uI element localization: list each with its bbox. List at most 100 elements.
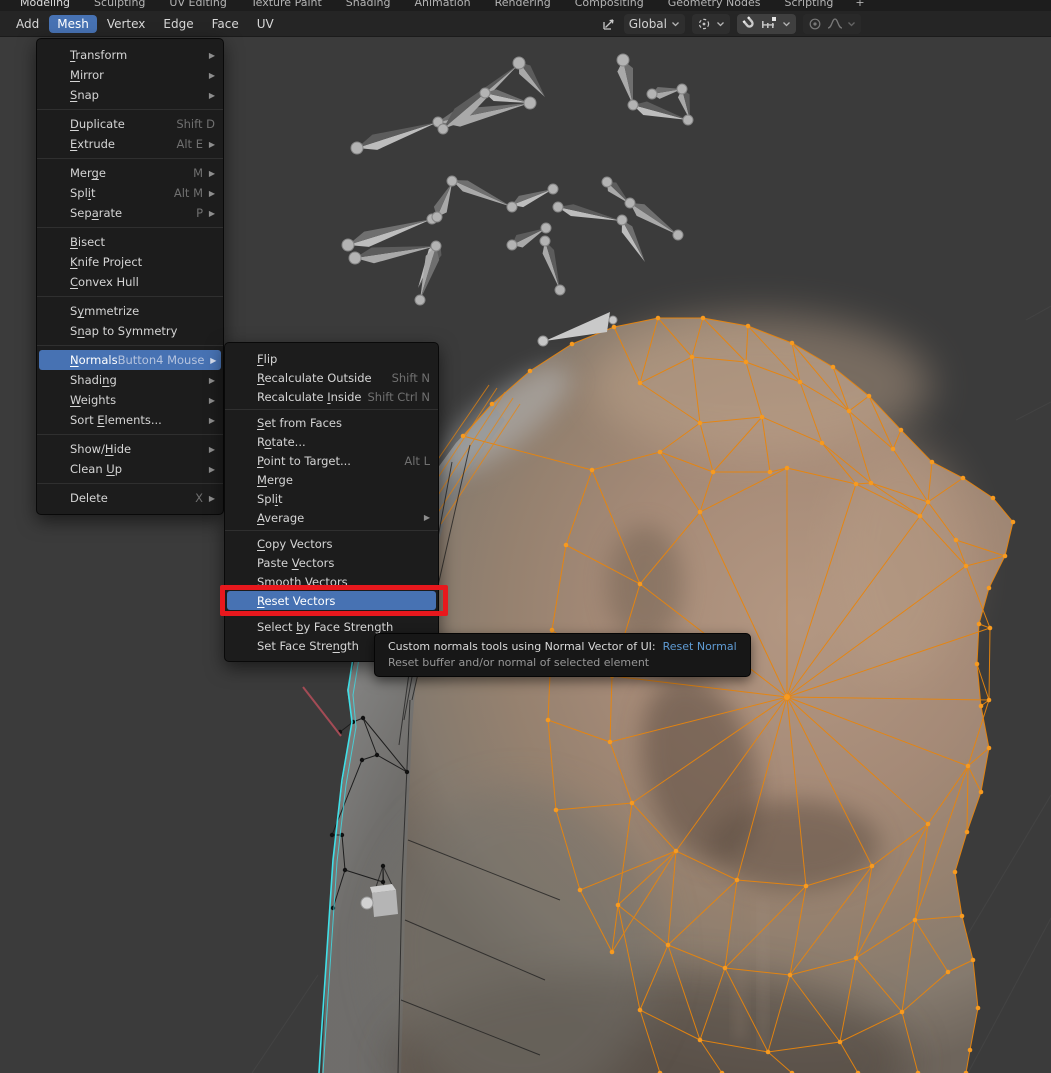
workspace-tab-texture-paint[interactable]: Texture Paint	[239, 0, 334, 10]
workspace-tab-compositing[interactable]: Compositing	[563, 0, 656, 10]
normals-submenu: FlipRecalculate OutsideShift NRecalculat…	[224, 342, 439, 662]
tooltip: Custom normals tools using Normal Vector…	[374, 633, 751, 677]
menu-bar: AddMeshVertexEdgeFaceUV Global	[0, 11, 1051, 37]
menu-item-flip[interactable]: Flip	[225, 349, 438, 368]
menu-item-delete[interactable]: DeleteX▶	[37, 488, 223, 508]
menubar-item-uv[interactable]: UV	[249, 15, 282, 33]
menu-item-bisect[interactable]: Bisect	[37, 232, 223, 252]
menu-item-extrude[interactable]: Extrude Alt E▶	[37, 134, 223, 154]
submenu-arrow-icon: ▶	[206, 416, 215, 425]
menu-item-shortcut: Button4 Mouse	[118, 353, 205, 367]
workspace-tab-animation[interactable]: Animation	[402, 0, 482, 10]
tooltip-title: Custom normals tools using Normal Vector…	[388, 640, 737, 653]
menubar-item-edge[interactable]: Edge	[155, 15, 201, 33]
menu-item-separate[interactable]: SeparateP▶	[37, 203, 223, 223]
submenu-arrow-icon: ▶	[206, 465, 215, 474]
workspace-tab-uv-editing[interactable]: UV Editing	[157, 0, 238, 10]
menu-item-clean-up[interactable]: Clean Up▶	[37, 459, 223, 479]
menu-item-convex-hull[interactable]: Convex Hull	[37, 272, 223, 292]
workspace-tab-rendering[interactable]: Rendering	[483, 0, 563, 10]
menu-item-point-to-target[interactable]: Point to Target... Alt L	[225, 451, 438, 470]
menubar-item-vertex[interactable]: Vertex	[99, 15, 154, 33]
menu-separator	[37, 158, 223, 159]
snap-controls[interactable]	[737, 14, 796, 34]
submenu-arrow-icon: ▶	[421, 513, 430, 522]
menu-item-merge[interactable]: MergeM▶	[37, 163, 223, 183]
workspace-tab-geometry-nodes[interactable]: Geometry Nodes	[656, 0, 773, 10]
menu-item-split[interactable]: Split	[225, 489, 438, 508]
submenu-arrow-icon: ▶	[206, 71, 215, 80]
workspace-tab-scripting[interactable]: Scripting	[773, 0, 846, 10]
menu-item-shortcut: Shift N	[392, 371, 430, 385]
menu-item-label: Copy Vectors	[257, 537, 332, 551]
menubar-item-add[interactable]: Add	[8, 15, 47, 33]
menu-item-transform[interactable]: Transform▶	[37, 45, 223, 65]
menu-item-reset-vectors[interactable]: Reset Vectors	[227, 591, 436, 610]
menu-item-paste-vectors[interactable]: Paste Vectors	[225, 553, 438, 572]
menu-item-rotate[interactable]: Rotate...	[225, 432, 438, 451]
menu-item-label: Point to Target...	[257, 454, 351, 468]
menu-item-label: Reset Vectors	[257, 594, 335, 608]
menu-item-split[interactable]: SplitAlt M▶	[37, 183, 223, 203]
menu-item-label: Delete	[70, 491, 108, 505]
menu-item-weights[interactable]: Weights▶	[37, 390, 223, 410]
menu-item-shortcut: P	[196, 206, 203, 220]
chevron-down-icon	[716, 21, 725, 27]
menu-item-label: Paste Vectors	[257, 556, 334, 570]
menu-item-smooth-vectors[interactable]: Smooth Vectors	[225, 572, 438, 591]
menu-item-label: Extrude	[70, 137, 115, 151]
menubar-item-face[interactable]: Face	[204, 15, 247, 33]
orientation-dropdown[interactable]: Global	[624, 14, 685, 34]
menu-item-label: Show/Hide	[70, 442, 131, 456]
menu-separator	[225, 409, 438, 410]
snap-with-icon	[761, 17, 778, 30]
workspace-tab-bar: ModelingSculptingUV EditingTexture Paint…	[0, 0, 1051, 11]
menu-item-label: Convex Hull	[70, 275, 139, 289]
submenu-arrow-icon: ▶	[206, 91, 215, 100]
mesh-menu: Transform▶Mirror▶Snap▶DuplicateShift DEx…	[36, 38, 224, 515]
submenu-arrow-icon: ▶	[206, 51, 215, 60]
menu-item-normals[interactable]: NormalsButton4 Mouse▶	[39, 350, 221, 370]
menu-item-label: Recalculate Outside	[257, 371, 372, 385]
header-controls: Global	[602, 14, 861, 34]
menu-item-label: Merge	[70, 166, 106, 180]
menu-item-shortcut: Shift D	[176, 117, 215, 131]
workspace-tab-shading[interactable]: Shading	[334, 0, 403, 10]
menu-item-shading[interactable]: Shading▶	[37, 370, 223, 390]
chevron-down-icon	[671, 21, 680, 27]
menu-separator	[225, 530, 438, 531]
transform-orientation-icon[interactable]	[602, 17, 617, 31]
workspace-tab-sculpting[interactable]: Sculpting	[82, 0, 157, 10]
submenu-arrow-icon: ▶	[206, 140, 215, 149]
submenu-arrow-icon: ▶	[206, 445, 215, 454]
menu-item-show-hide[interactable]: Show/Hide ▶	[37, 439, 223, 459]
submenu-arrow-icon: ▶	[206, 169, 215, 178]
menu-item-mirror[interactable]: Mirror ▶	[37, 65, 223, 85]
workspace-tab-modeling[interactable]: Modeling	[8, 0, 82, 10]
menu-item-knife-project[interactable]: Knife Project	[37, 252, 223, 272]
menubar-item-mesh[interactable]: Mesh	[49, 15, 97, 33]
menu-item-merge[interactable]: Merge	[225, 470, 438, 489]
pivot-point-dropdown[interactable]	[692, 14, 730, 34]
menu-item-set-from-faces[interactable]: Set from Faces	[225, 413, 438, 432]
menu-item-duplicate[interactable]: DuplicateShift D	[37, 114, 223, 134]
menu-item-label: Snap to Symmetry	[70, 324, 177, 338]
proportional-editing-controls[interactable]	[803, 14, 861, 34]
submenu-arrow-icon: ▶	[206, 376, 215, 385]
menu-item-symmetrize[interactable]: Symmetrize	[37, 301, 223, 321]
orientation-label: Global	[629, 17, 667, 31]
menu-item-recalculate-inside[interactable]: Recalculate InsideShift Ctrl N	[225, 387, 438, 406]
menu-item-sort-elements[interactable]: Sort Elements...▶	[37, 410, 223, 430]
menu-item-snap[interactable]: Snap▶	[37, 85, 223, 105]
add-workspace-button[interactable]: +	[845, 0, 874, 10]
menu-item-recalculate-outside[interactable]: Recalculate Outside Shift N	[225, 368, 438, 387]
menu-item-shortcut: Alt E	[177, 137, 204, 151]
pivot-point-icon	[697, 17, 712, 31]
menu-item-copy-vectors[interactable]: Copy Vectors	[225, 534, 438, 553]
menu-item-label: Mirror	[70, 68, 104, 82]
tooltip-description: Reset buffer and/or normal of selected e…	[388, 656, 737, 669]
menu-item-shortcut: Alt L	[404, 454, 430, 468]
menu-item-label: Smooth Vectors	[257, 575, 348, 589]
menu-item-snap-to-symmetry[interactable]: Snap to Symmetry	[37, 321, 223, 341]
menu-item-average[interactable]: Average▶	[225, 508, 438, 527]
